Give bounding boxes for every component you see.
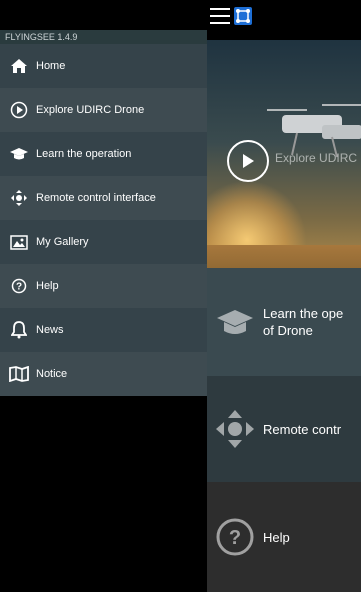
nav-item-label: Explore UDIRC Drone: [36, 104, 145, 116]
learn-operation-card[interactable]: Learn the ope of Drone: [207, 268, 361, 376]
dpad-icon: [8, 188, 30, 208]
learn-card-subtitle: of Drone: [263, 323, 313, 338]
help-icon: ?: [8, 276, 30, 296]
gallery-icon: [8, 232, 30, 252]
dpad-icon: [207, 409, 263, 449]
help-card[interactable]: ? Help: [207, 482, 361, 592]
menu-icon[interactable]: [210, 8, 230, 24]
nav-item-label: News: [36, 324, 64, 336]
map-icon: [8, 364, 30, 384]
nav-item-label: My Gallery: [36, 236, 89, 248]
learn-card-title: Learn the ope: [263, 306, 344, 321]
nav-item-gallery[interactable]: My Gallery: [0, 220, 207, 264]
nav-item-news[interactable]: News: [0, 308, 207, 352]
nav-item-label: Home: [36, 60, 66, 72]
app-logo-icon: [234, 7, 252, 25]
nav-item-label: Remote control interface: [36, 192, 156, 204]
svg-text:?: ?: [229, 527, 241, 549]
nav-item-remote[interactable]: Remote control interface: [0, 176, 207, 220]
play-circle-icon: [8, 100, 30, 120]
play-icon[interactable]: [227, 140, 269, 182]
help-icon: ?: [207, 517, 263, 557]
navigation-drawer: FLYINGSEE 1.4.9 Home Explore UDIRC Drone…: [0, 30, 207, 592]
nav-item-label: Learn the operation: [36, 148, 132, 160]
home-icon: [8, 56, 30, 76]
nav-item-help[interactable]: ? Help: [0, 264, 207, 308]
nav-item-label: Help: [36, 280, 59, 292]
app-version: FLYINGSEE 1.4.9: [0, 30, 207, 44]
bell-icon: [8, 320, 30, 340]
help-card-label: Help: [263, 529, 290, 545]
nav-item-notice[interactable]: Notice: [0, 352, 207, 396]
hero-label: Explore UDIRC: [275, 151, 358, 165]
nav-item-label: Notice: [36, 368, 68, 380]
top-bar: [0, 0, 361, 30]
remote-card-label: Remote contr: [263, 421, 342, 437]
main-content: Explore UDIRC Learn the ope of Drone Rem…: [207, 30, 361, 592]
nav-item-explore[interactable]: Explore UDIRC Drone: [0, 88, 207, 132]
graduation-cap-icon: [207, 307, 263, 337]
explore-banner[interactable]: Explore UDIRC: [207, 40, 361, 295]
nav-item-home[interactable]: Home: [0, 44, 207, 88]
graduation-cap-icon: [8, 144, 30, 164]
remote-control-card[interactable]: Remote contr: [207, 376, 361, 482]
nav-item-learn[interactable]: Learn the operation: [0, 132, 207, 176]
svg-text:?: ?: [16, 282, 22, 293]
